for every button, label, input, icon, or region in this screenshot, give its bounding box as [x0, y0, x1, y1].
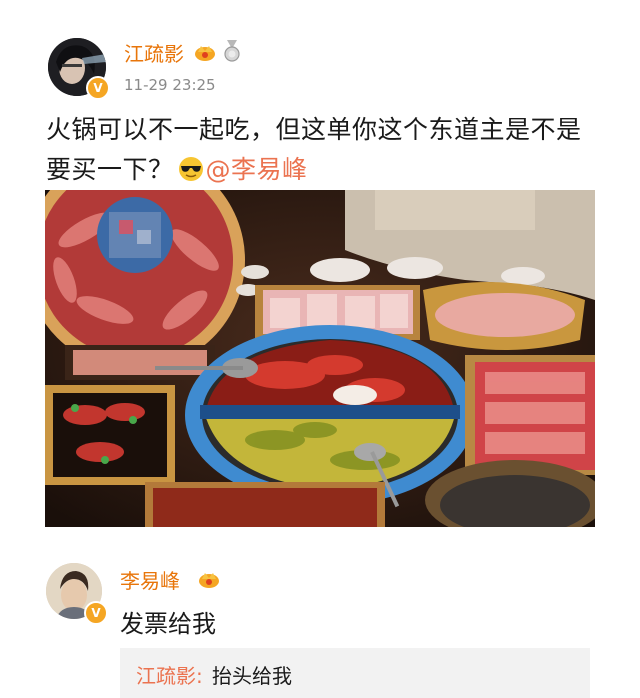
medal-icon — [224, 40, 240, 62]
post-text: 火锅可以不一起吃，但这单你这个东道主是不是要买一下？ @李易峰 — [46, 110, 606, 190]
mention-link[interactable]: @李易峰 — [206, 155, 308, 184]
reply-text: 发票给我 — [120, 610, 216, 638]
post-photo[interactable] — [45, 190, 595, 527]
post-timestamp: 11-29 23:25 — [124, 76, 216, 94]
reply-author-name[interactable]: 李易峰 — [120, 565, 180, 594]
reply-crown-icon — [199, 573, 219, 588]
verified-badge-icon: V — [86, 76, 110, 100]
sunglasses-emoji-icon — [178, 157, 203, 181]
post-author-name[interactable]: 江疏影 — [124, 38, 184, 67]
quoted-comment-author[interactable]: 江疏影: — [136, 660, 203, 689]
quoted-comment[interactable]: 江疏影: 抬头给我 — [120, 648, 590, 698]
reply-verified-badge-icon: V — [84, 601, 108, 625]
post-text-body: 火锅可以不一起吃，但这单你这个东道主是不是要买一下？ — [46, 115, 582, 184]
crown-icon — [195, 46, 215, 61]
quoted-comment-text: 抬头给我 — [212, 664, 292, 688]
post-header: V 江疏影 11-29 23:25 — [46, 36, 606, 100]
